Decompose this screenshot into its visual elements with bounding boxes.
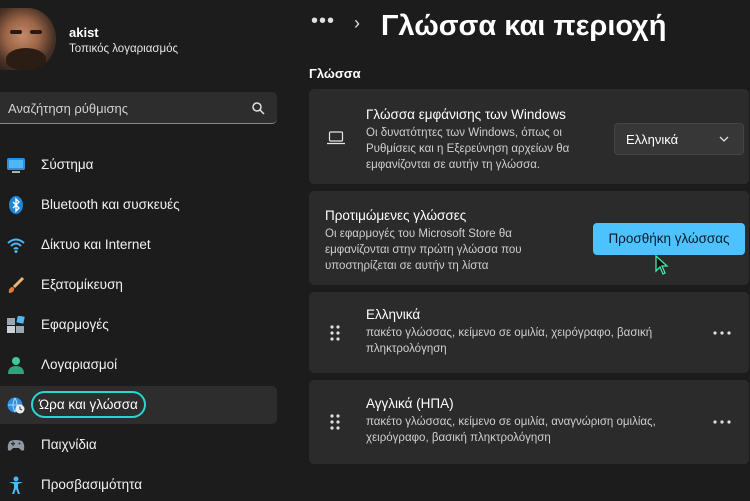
add-language-button-label: Προσθήκη γλώσσας xyxy=(608,231,730,246)
section-title: Γλώσσα xyxy=(309,66,361,81)
drag-handle-icon[interactable] xyxy=(329,324,341,342)
mouse-cursor-icon xyxy=(655,255,669,275)
language-row-greek[interactable]: Ελληνικά πακέτο γλώσσας, κείμενο σε ομιλ… xyxy=(309,292,749,373)
preferred-languages-description: Οι εφαρμογές του Microsoft Store θα εμφα… xyxy=(325,228,522,272)
sidebar-item-label: Παιχνίδια xyxy=(41,437,97,452)
display-language-description: Οι δυνατότητες των Windows, όπως οι Ρυθμ… xyxy=(366,127,570,171)
more-options-icon[interactable] xyxy=(713,420,731,424)
display-language-title: Γλώσσα εμφάνισης των Windows xyxy=(366,107,566,122)
sidebar-item-label: Εξατομίκευση xyxy=(41,277,123,292)
system-icon xyxy=(7,158,25,173)
user-account-type: Τοπικός λογαριασμός xyxy=(69,43,179,55)
language-features: πακέτο γλώσσας, κείμενο σε ομιλία, αναγν… xyxy=(366,416,656,444)
search-input[interactable]: Αναζήτηση ρύθμισης xyxy=(0,92,277,124)
apps-icon xyxy=(7,316,25,333)
more-options-icon[interactable] xyxy=(713,331,731,335)
brush-icon xyxy=(8,276,25,293)
breadcrumb-separator: › xyxy=(354,13,360,33)
user-name: akist xyxy=(69,25,99,40)
sidebar-item-accessibility[interactable]: Προσβασιμότητα xyxy=(0,466,277,501)
avatar-beard xyxy=(6,48,46,70)
sidebar-item-system[interactable]: Σύστημα xyxy=(0,146,277,184)
language-features: πακέτο γλώσσας, κείμενο σε ομιλία, χειρό… xyxy=(366,327,653,355)
sidebar-item-label: Εφαρμογές xyxy=(41,317,109,332)
drag-handle-icon[interactable] xyxy=(329,413,341,431)
sidebar-item-label: Σύστημα xyxy=(41,157,94,172)
sidebar-item-label: Bluetooth και συσκευές xyxy=(41,197,180,212)
preferred-languages-title: Προτιμώμενες γλώσσες xyxy=(325,208,467,223)
display-language-card: Γλώσσα εμφάνισης των Windows Οι δυνατότη… xyxy=(309,89,749,184)
sidebar: akist Τοπικός λογαριασμός Αναζήτηση ρύθμ… xyxy=(0,0,290,501)
language-row-english[interactable]: Αγγλικά (ΗΠΑ) πακέτο γλώσσας, κείμενο σε… xyxy=(309,380,749,464)
avatar-eye xyxy=(30,30,42,34)
page-title: Γλώσσα και περιοχή xyxy=(381,10,667,42)
breadcrumb-overflow-button[interactable]: ••• xyxy=(311,10,335,33)
sidebar-item-accounts[interactable]: Λογαριασμοί xyxy=(0,346,277,384)
sidebar-item-label: Δίκτυο και Internet xyxy=(41,237,151,252)
sidebar-item-time-language[interactable]: Ώρα και γλώσσα xyxy=(0,386,277,424)
sidebar-item-apps[interactable]: Εφαρμογές xyxy=(0,306,277,344)
person-icon xyxy=(8,357,24,374)
sidebar-item-bluetooth[interactable]: Bluetooth και συσκευές xyxy=(0,186,277,224)
language-name: Αγγλικά (ΗΠΑ) xyxy=(366,396,454,411)
gamepad-icon xyxy=(7,440,25,451)
sidebar-item-label: Λογαριασμοί xyxy=(41,357,118,372)
accessibility-icon xyxy=(9,476,23,494)
sidebar-item-personalization[interactable]: Εξατομίκευση xyxy=(0,266,277,304)
sidebar-item-label: Ώρα και γλώσσα xyxy=(31,391,146,418)
preferred-languages-card: Προτιμώμενες γλώσσες Οι εφαρμογές του Mi… xyxy=(309,191,749,285)
dropdown-selected-value: Ελληνικά xyxy=(626,132,679,147)
sidebar-item-label: Προσβασιμότητα xyxy=(41,477,143,492)
display-language-dropdown[interactable]: Ελληνικά xyxy=(614,123,744,155)
search-icon[interactable] xyxy=(251,101,265,115)
search-placeholder: Αναζήτηση ρύθμισης xyxy=(8,101,129,116)
avatar[interactable] xyxy=(0,8,56,70)
sidebar-item-network[interactable]: Δίκτυο και Internet xyxy=(0,226,277,264)
chevron-down-icon xyxy=(719,136,729,142)
bluetooth-icon xyxy=(9,196,23,214)
avatar-eye xyxy=(10,30,22,34)
language-name: Ελληνικά xyxy=(366,307,421,322)
wifi-icon xyxy=(7,238,25,253)
add-language-button[interactable]: Προσθήκη γλώσσας xyxy=(593,223,745,255)
laptop-icon xyxy=(327,131,345,145)
sidebar-item-gaming[interactable]: Παιχνίδια xyxy=(0,426,277,464)
globe-clock-icon xyxy=(7,397,25,414)
